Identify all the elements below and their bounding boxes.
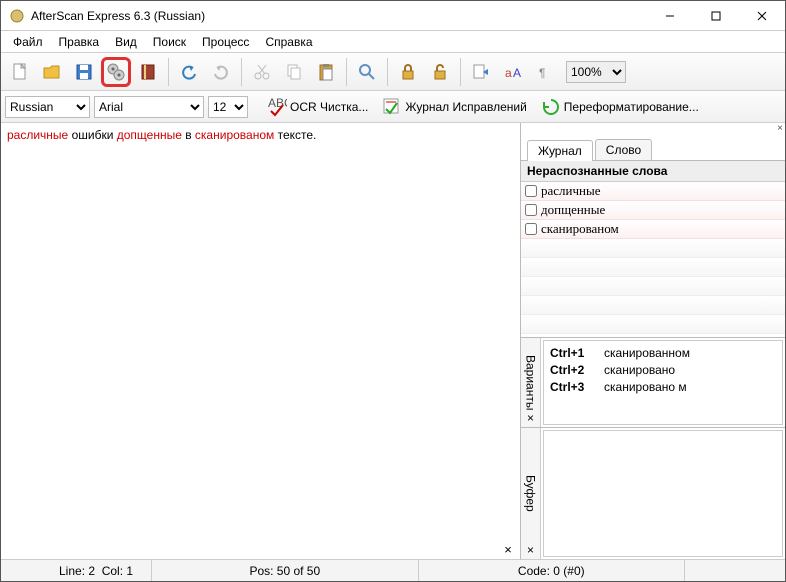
- variant-row[interactable]: Ctrl+2сканировано: [550, 362, 776, 379]
- window-title: AfterScan Express 6.3 (Russian): [31, 9, 647, 23]
- word-row[interactable]: допщенные: [521, 201, 785, 220]
- word-row[interactable]: расличные: [521, 182, 785, 201]
- menu-file[interactable]: Файл: [5, 33, 51, 51]
- variant-row[interactable]: Ctrl+1сканированном: [550, 345, 776, 362]
- save-button[interactable]: [69, 57, 99, 87]
- word-list: расличные допщенные сканированом: [521, 182, 785, 337]
- svg-text:ABC: ABC: [268, 97, 287, 110]
- error-word[interactable]: сканированом: [195, 128, 274, 142]
- word-checkbox[interactable]: [525, 223, 537, 235]
- ocr-clean-button[interactable]: ABC OCR Чистка...: [262, 94, 373, 120]
- error-word[interactable]: допщенные: [117, 128, 182, 142]
- word-row[interactable]: сканированом: [521, 220, 785, 239]
- error-word[interactable]: расличные: [7, 128, 68, 142]
- settings-button[interactable]: [101, 57, 131, 87]
- variants-label: Варианты×: [521, 338, 541, 427]
- buffer-area[interactable]: [543, 430, 783, 557]
- paste-button[interactable]: [311, 57, 341, 87]
- copy-button[interactable]: [279, 57, 309, 87]
- journal-icon: [382, 97, 402, 117]
- language-select[interactable]: Russian: [5, 96, 90, 118]
- tab-word[interactable]: Слово: [595, 139, 652, 160]
- variant-row[interactable]: Ctrl+3сканировано м: [550, 379, 776, 396]
- fontsize-select[interactable]: 12: [208, 96, 248, 118]
- font-select[interactable]: Arial: [94, 96, 204, 118]
- side-tabs: Журнал Слово: [521, 137, 785, 161]
- open-button[interactable]: [37, 57, 67, 87]
- find-button[interactable]: [352, 57, 382, 87]
- status-code: Code: 0 (#0): [419, 560, 685, 581]
- prev-page-button[interactable]: [466, 57, 496, 87]
- variants-panel: Варианты× Ctrl+1сканированном Ctrl+2скан…: [521, 337, 785, 427]
- font-style-button[interactable]: aA: [498, 57, 528, 87]
- svg-text:a: a: [505, 66, 512, 80]
- buffer-panel: Буфер×: [521, 427, 785, 559]
- zoom-select[interactable]: 100%: [566, 61, 626, 83]
- toolbar-format: Russian Arial 12 ABC OCR Чистка... Журна…: [1, 91, 785, 123]
- paragraph-button[interactable]: ¶: [530, 57, 560, 87]
- side-panel: × Журнал Слово Нераспознанные слова расл…: [520, 123, 785, 559]
- abc-check-icon: ABC: [267, 97, 287, 117]
- journal-button[interactable]: Журнал Исправлений: [377, 94, 531, 120]
- text-editor[interactable]: расличные ошибки допщенные в сканировано…: [1, 123, 520, 559]
- unlock-button[interactable]: [425, 57, 455, 87]
- word-checkbox[interactable]: [525, 204, 537, 216]
- undo-button[interactable]: [174, 57, 204, 87]
- titlebar: AfterScan Express 6.3 (Russian): [1, 1, 785, 31]
- menubar: Файл Правка Вид Поиск Процесс Справка: [1, 31, 785, 53]
- menu-process[interactable]: Процесс: [194, 33, 257, 51]
- close-button[interactable]: [739, 1, 785, 31]
- editor-close-icon[interactable]: ×: [500, 541, 516, 557]
- status-pos: Pos: 50 of 50: [152, 560, 418, 581]
- menu-search[interactable]: Поиск: [145, 33, 194, 51]
- cut-button[interactable]: [247, 57, 277, 87]
- svg-text:¶: ¶: [539, 66, 545, 80]
- variants-list[interactable]: Ctrl+1сканированном Ctrl+2сканировано Ct…: [543, 340, 783, 425]
- book-button[interactable]: [133, 57, 163, 87]
- content-area: расличные ошибки допщенные в сканировано…: [1, 123, 785, 559]
- wordlist-header: Нераспознанные слова: [521, 161, 785, 182]
- panel-close-icon[interactable]: ×: [521, 123, 785, 137]
- recycle-icon: [541, 97, 561, 117]
- reformat-button[interactable]: Переформатирование...: [536, 94, 704, 120]
- app-icon: [9, 8, 25, 24]
- buffer-label: Буфер×: [521, 428, 541, 559]
- svg-text:A: A: [513, 66, 521, 80]
- menu-help[interactable]: Справка: [257, 33, 320, 51]
- minimize-button[interactable]: [647, 1, 693, 31]
- status-line: Line: 2 Col: 1: [41, 560, 152, 581]
- word-checkbox[interactable]: [525, 185, 537, 197]
- menu-edit[interactable]: Правка: [51, 33, 108, 51]
- lock-button[interactable]: [393, 57, 423, 87]
- menu-view[interactable]: Вид: [107, 33, 145, 51]
- redo-button[interactable]: [206, 57, 236, 87]
- statusbar: Line: 2 Col: 1 Pos: 50 of 50 Code: 0 (#0…: [1, 559, 785, 581]
- close-icon[interactable]: ×: [527, 543, 534, 557]
- new-button[interactable]: [5, 57, 35, 87]
- tab-journal[interactable]: Журнал: [527, 140, 593, 161]
- maximize-button[interactable]: [693, 1, 739, 31]
- toolbar-main: aA ¶ 100%: [1, 53, 785, 91]
- close-icon[interactable]: ×: [527, 411, 534, 425]
